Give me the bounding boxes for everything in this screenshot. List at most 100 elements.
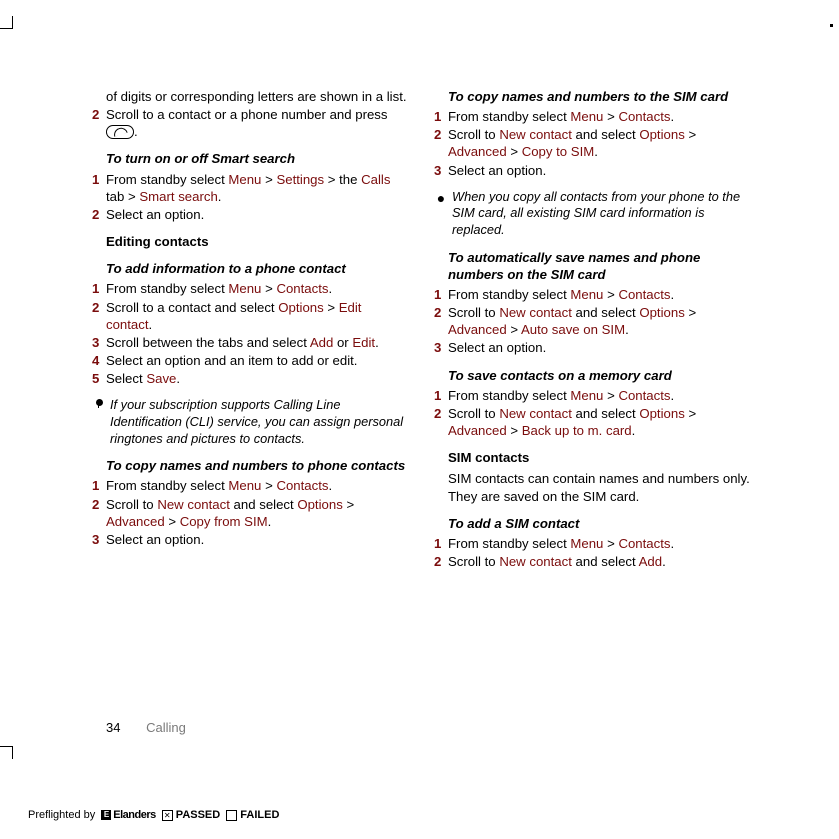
step-text: Scroll to a contact and select Options >… xyxy=(106,299,410,333)
step-text: Scroll to New contact and select Options… xyxy=(448,405,752,439)
ui-term: Copy from SIM xyxy=(180,514,268,529)
passed-indicator: ✕ PASSED xyxy=(162,809,220,821)
step-text: Scroll between the tabs and select Add o… xyxy=(106,334,410,351)
step-text: Select an option and an item to add or e… xyxy=(106,352,410,369)
step-text: Select an option. xyxy=(448,162,752,179)
ui-term: Contacts xyxy=(276,478,328,493)
bulb-icon xyxy=(93,397,105,411)
ui-term: Copy to SIM xyxy=(522,144,595,159)
step-number: 1 xyxy=(434,286,448,303)
text-frag: Scroll to a contact and select xyxy=(106,300,278,315)
text-frag: . xyxy=(670,109,674,124)
step-row: 2 Scroll to New contact and select Optio… xyxy=(434,304,752,338)
ui-term: Options xyxy=(297,497,342,512)
ui-term: Contacts xyxy=(618,388,670,403)
heading-sim-contacts: SIM contacts xyxy=(448,449,752,466)
step-text: Scroll to a contact or a phone number an… xyxy=(106,106,410,140)
step-row: 2 Scroll to a contact or a phone number … xyxy=(92,106,410,140)
step-number: 1 xyxy=(434,387,448,404)
ui-term: Edit xyxy=(352,335,375,350)
step-number: 1 xyxy=(434,535,448,552)
subheading-copy-to-phone: To copy names and numbers to phone conta… xyxy=(106,457,410,474)
text-frag: tab > xyxy=(106,189,139,204)
step-text: Select an option. xyxy=(106,206,410,223)
text-frag: > xyxy=(507,144,522,159)
step-row: 1 From standby select Menu > Contacts. xyxy=(434,108,752,125)
text-frag: . xyxy=(594,144,598,159)
subheading-auto-save: To automatically save names and phone nu… xyxy=(448,249,752,283)
step-text: From standby select Menu > Contacts. xyxy=(106,280,410,297)
step-text: From standby select Menu > Settings > th… xyxy=(106,171,410,205)
text-frag: . xyxy=(670,287,674,302)
ui-term: Advanced xyxy=(448,423,507,438)
text-frag: > xyxy=(507,322,521,337)
step-text: Scroll to New contact and select Options… xyxy=(448,126,752,160)
subheading-add-sim-contact: To add a SIM contact xyxy=(448,515,752,532)
text-frag: > xyxy=(343,497,354,512)
text-frag: From standby select xyxy=(448,536,570,551)
step-text: From standby select Menu > Contacts. xyxy=(448,286,752,303)
text-frag: > xyxy=(603,536,618,551)
text-frag: Scroll to xyxy=(448,554,499,569)
tip-text: If your subscription supports Calling Li… xyxy=(110,397,410,447)
ui-term: Menu xyxy=(570,536,603,551)
step-row: 1 From standby select Menu > Settings > … xyxy=(92,171,410,205)
warning-note: ● When you copy all contacts from your p… xyxy=(434,189,752,239)
subheading-save-memory-card: To save contacts on a memory card xyxy=(448,367,752,384)
step-number: 4 xyxy=(92,352,106,369)
right-column: To copy names and numbers to the SIM car… xyxy=(434,88,752,571)
step-text: Scroll to New contact and select Options… xyxy=(106,496,410,530)
ui-term: Add xyxy=(639,554,662,569)
text-frag: . xyxy=(662,554,666,569)
tip-note: If your subscription supports Calling Li… xyxy=(92,397,410,447)
subheading-copy-to-sim: To copy names and numbers to the SIM car… xyxy=(448,88,752,105)
step-number: 1 xyxy=(92,280,106,297)
text-frag: From standby select xyxy=(448,388,570,403)
text-frag: Scroll to xyxy=(448,406,499,421)
text-frag: Scroll between the tabs and select xyxy=(106,335,310,350)
text-frag: . xyxy=(218,189,222,204)
intro-continuation: of digits or corresponding letters are s… xyxy=(106,88,410,105)
ui-term: Contacts xyxy=(618,109,670,124)
text-frag: and select xyxy=(572,127,639,142)
step-text: From standby select Menu > Contacts. xyxy=(448,535,752,552)
ui-term: New contact xyxy=(157,497,230,512)
page-footer: 34 Calling xyxy=(106,720,186,735)
ui-term: Advanced xyxy=(448,144,507,159)
checkbox-checked-icon: ✕ xyxy=(162,810,173,821)
text-frag: and select xyxy=(572,305,639,320)
step-row: 1 From standby select Menu > Contacts. xyxy=(434,387,752,404)
warning-text: When you copy all contacts from your pho… xyxy=(452,189,752,239)
text-frag: > xyxy=(603,388,618,403)
ui-term: Menu xyxy=(570,287,603,302)
ui-term: Advanced xyxy=(448,322,507,337)
text-frag: Scroll to xyxy=(448,305,499,320)
ui-term: Menu xyxy=(228,281,261,296)
step-number: 3 xyxy=(434,162,448,179)
step-number: 3 xyxy=(92,531,106,548)
step-number: 2 xyxy=(434,304,448,338)
text-frag: > the xyxy=(324,172,361,187)
text-frag: From standby select xyxy=(448,287,570,302)
step-row: 5 Select Save. xyxy=(92,370,410,387)
tip-icon xyxy=(92,397,106,447)
step-row: 3 Scroll between the tabs and select Add… xyxy=(92,334,410,351)
crop-mark-top-left xyxy=(0,16,13,29)
text-frag: . xyxy=(149,317,153,332)
text-frag: > xyxy=(261,478,276,493)
text-frag: . xyxy=(375,335,379,350)
text-frag: From standby select xyxy=(448,109,570,124)
ui-term: Options xyxy=(639,406,684,421)
step-row: 3 Select an option. xyxy=(434,339,752,356)
text-frag: and select xyxy=(572,554,639,569)
ui-term: Menu xyxy=(228,478,261,493)
ui-term: Add xyxy=(310,335,333,350)
ui-term: Options xyxy=(278,300,323,315)
step-number: 3 xyxy=(434,339,448,356)
step-row: 2 Scroll to New contact and select Optio… xyxy=(434,405,752,439)
step-number: 5 xyxy=(92,370,106,387)
failed-label: FAILED xyxy=(240,809,279,821)
sim-contacts-body: SIM contacts can contain names and numbe… xyxy=(448,470,752,504)
text-frag: From standby select xyxy=(106,281,228,296)
ui-term: Menu xyxy=(228,172,261,187)
